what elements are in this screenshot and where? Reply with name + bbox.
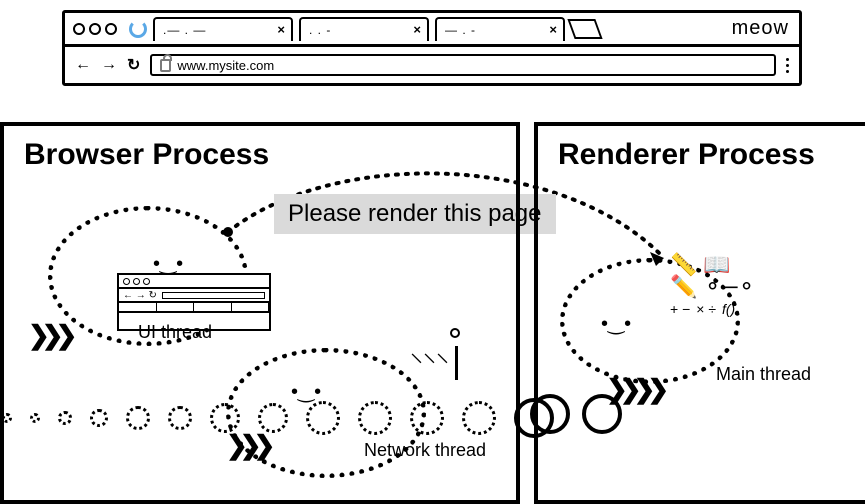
close-icon[interactable]: × xyxy=(277,22,285,37)
close-icon[interactable]: × xyxy=(413,22,421,37)
new-tab-button[interactable] xyxy=(567,19,602,39)
tab-3[interactable]: — . - × xyxy=(435,17,565,41)
reload-button[interactable]: ↻ xyxy=(127,55,140,75)
tab-label: — . - xyxy=(445,23,476,37)
loading-spinner-icon xyxy=(129,20,147,38)
browser-brand: meow xyxy=(732,17,799,40)
menu-button[interactable] xyxy=(786,58,789,73)
main-thread-label: Main thread xyxy=(716,364,811,385)
pane-title: Renderer Process xyxy=(538,126,865,184)
url-text: www.mysite.com xyxy=(177,58,274,73)
renderer-process-pane: Renderer Process •‿• 📏📖 ✏️⚬─⚬ + −× ÷f() … xyxy=(534,122,865,504)
address-bar-row: ← → ↻ www.mysite.com xyxy=(65,47,799,83)
forward-button[interactable]: → xyxy=(101,56,117,74)
window-controls[interactable] xyxy=(65,23,125,35)
face-icon: •‿• xyxy=(601,311,631,336)
render-tools-icon: 📏📖 ✏️⚬─⚬ + −× ÷f() xyxy=(670,254,756,320)
browser-chrome: .— . — × . . - × — . - × meow ← → ↻ www.… xyxy=(62,10,802,86)
close-icon[interactable]: × xyxy=(549,22,557,37)
data-packet-trail xyxy=(2,398,554,438)
tab-bar: .— . — × . . - × — . - × meow xyxy=(65,13,799,47)
back-button[interactable]: ← xyxy=(75,56,91,74)
ui-thread-label: UI thread xyxy=(138,322,212,343)
network-thread-label: Network thread xyxy=(364,440,486,461)
tab-1[interactable]: .— . — × xyxy=(153,17,293,41)
data-circle-icon xyxy=(530,394,570,434)
chevrons-icon: ❯❯❯ xyxy=(28,320,69,351)
tab-label: .— . — xyxy=(163,23,206,37)
pane-title: Browser Process xyxy=(4,126,516,184)
address-bar[interactable]: www.mysite.com xyxy=(150,54,776,76)
tab-2[interactable]: . . - × xyxy=(299,17,429,41)
antenna-icon: ⸌⸌⸌ xyxy=(410,344,468,380)
data-circle-icon xyxy=(582,394,622,434)
tab-label: . . - xyxy=(309,23,331,37)
lock-icon xyxy=(160,59,171,72)
browser-process-pane: Browser Process •‿• ← → ↻ UI thread ❯❯❯ … xyxy=(0,122,520,504)
